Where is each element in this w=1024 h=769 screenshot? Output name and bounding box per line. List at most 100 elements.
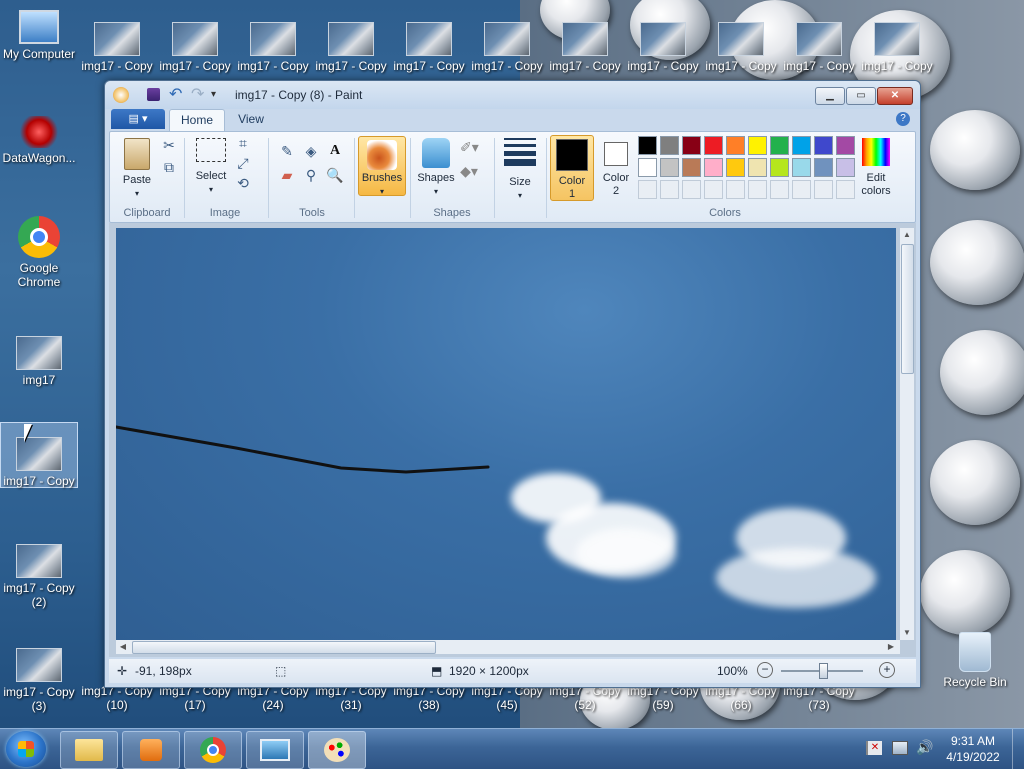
desktop-icon-img17-copy-top[interactable]: img17 - Copy	[624, 22, 702, 73]
palette-swatch-empty[interactable]	[748, 180, 767, 199]
desktop-icon-img17-copy-3[interactable]: img17 - Copy (3)	[0, 648, 78, 713]
taskbar-explorer[interactable]	[60, 731, 118, 769]
text-icon[interactable]: A	[326, 142, 344, 160]
palette-swatch[interactable]	[836, 136, 855, 155]
palette-swatch[interactable]	[726, 158, 745, 177]
file-menu-button[interactable]: ▤ ▾	[111, 109, 165, 129]
zoom-in-button[interactable]: +	[879, 662, 895, 678]
desktop-icon-img17-copy-bottom[interactable]: img17 - Copy (45)	[468, 684, 546, 712]
desktop-icon-img17-copy-bottom[interactable]: img17 - Copy (17)	[156, 684, 234, 712]
palette-swatch[interactable]	[682, 158, 701, 177]
palette-swatch[interactable]	[660, 158, 679, 177]
palette-swatch-empty[interactable]	[836, 180, 855, 199]
size-button[interactable]: Size ▾	[500, 138, 540, 202]
tab-home[interactable]: Home	[169, 109, 225, 131]
taskbar-photo-viewer[interactable]	[246, 731, 304, 769]
redo-icon[interactable]: ↷	[191, 87, 207, 103]
zoom-slider[interactable]	[781, 663, 863, 679]
rotate-icon[interactable]: ⟲	[234, 174, 252, 192]
paste-button[interactable]: Paste ▾	[116, 138, 158, 200]
palette-swatch-empty[interactable]	[814, 180, 833, 199]
desktop-icon-img17-copy-bottom[interactable]: img17 - Copy (31)	[312, 684, 390, 712]
palette-swatch-empty[interactable]	[704, 180, 723, 199]
desktop-icon-img17-copy-top[interactable]: img17 - Copy	[546, 22, 624, 73]
resize-icon[interactable]: ⤢	[234, 154, 252, 172]
tab-view[interactable]: View	[227, 109, 275, 130]
desktop-icon-img17-copy-top[interactable]: img17 - Copy	[468, 22, 546, 73]
show-desktop-button[interactable]	[1012, 729, 1024, 769]
desktop-icon-img17-copy-bottom[interactable]: img17 - Copy (66)	[702, 684, 780, 712]
palette-swatch[interactable]	[814, 136, 833, 155]
desktop-icon-my-computer[interactable]: My Computer	[0, 10, 78, 61]
desktop-icon-img17-copy-top[interactable]: img17 - Copy	[702, 22, 780, 73]
start-button[interactable]	[6, 731, 46, 767]
palette-swatch-empty[interactable]	[792, 180, 811, 199]
desktop-icon-img17-copy[interactable]: img17 - Copy	[0, 422, 78, 488]
horizontal-scrollbar[interactable]: ◀ ▶	[116, 640, 900, 654]
desktop-icon-img17-copy-top[interactable]: img17 - Copy	[780, 22, 858, 73]
tray-network-icon[interactable]	[892, 741, 908, 755]
palette-swatch[interactable]	[792, 136, 811, 155]
desktop-icon-img17-copy-bottom[interactable]: img17 - Copy (59)	[624, 684, 702, 712]
desktop-icon-img17-copy-top[interactable]: img17 - Copy	[234, 22, 312, 73]
fill-icon[interactable]: ◈	[302, 142, 320, 160]
color1-button[interactable]: Color 1	[550, 135, 594, 201]
shape-fill-icon[interactable]: ◆▾	[460, 162, 478, 180]
desktop-icon-recycle-bin[interactable]: Recycle Bin	[936, 632, 1014, 689]
tray-volume-icon[interactable]: 🔊	[916, 739, 933, 756]
palette-swatch[interactable]	[660, 136, 679, 155]
title-bar[interactable]: ↶ ↷ ▾ img17 - Copy (8) - Paint ▁ ▭ ✕	[105, 81, 920, 109]
maximize-button[interactable]: ▭	[846, 87, 876, 105]
desktop-icon-img17-copy-bottom[interactable]: img17 - Copy (73)	[780, 684, 858, 712]
system-clock[interactable]: 9:31 AM 4/19/2022	[938, 733, 1008, 765]
tray-flag-icon[interactable]: ✕	[866, 741, 882, 755]
desktop-icon-img17-copy-bottom[interactable]: img17 - Copy (10)	[78, 684, 156, 712]
zoom-out-button[interactable]: −	[757, 662, 773, 678]
palette-swatch[interactable]	[704, 136, 723, 155]
palette-swatch[interactable]	[726, 136, 745, 155]
palette-swatch[interactable]	[814, 158, 833, 177]
palette-swatch[interactable]	[638, 136, 657, 155]
palette-swatch[interactable]	[682, 136, 701, 155]
cut-icon[interactable]: ✂	[160, 136, 178, 154]
palette-swatch[interactable]	[770, 158, 789, 177]
taskbar-chrome[interactable]	[184, 731, 242, 769]
drawing-canvas[interactable]	[116, 228, 896, 640]
palette-swatch[interactable]	[748, 136, 767, 155]
save-icon[interactable]	[147, 88, 160, 101]
desktop-icon-img17-copy-top[interactable]: img17 - Copy	[156, 22, 234, 73]
quick-access-dropdown-icon[interactable]: ▾	[211, 87, 227, 103]
desktop-icon-img17-copy-bottom[interactable]: img17 - Copy (24)	[234, 684, 312, 712]
paint-app-icon[interactable]	[113, 87, 129, 103]
desktop-icon-google-chrome[interactable]: Google Chrome	[0, 216, 78, 289]
palette-swatch[interactable]	[704, 158, 723, 177]
palette-swatch[interactable]	[748, 158, 767, 177]
desktop-icon-img17-copy-2[interactable]: img17 - Copy (2)	[0, 544, 78, 609]
desktop-icon-datawagon[interactable]: DataWagon...	[0, 116, 78, 165]
palette-swatch[interactable]	[770, 136, 789, 155]
shapes-button[interactable]: Shapes ▾	[414, 138, 458, 198]
vertical-scrollbar[interactable]: ▲ ▼	[900, 228, 914, 640]
desktop-icon-img17-copy-bottom[interactable]: img17 - Copy (52)	[546, 684, 624, 712]
magnifier-icon[interactable]: 🔍	[326, 166, 344, 184]
brushes-button[interactable]: Brushes ▾	[358, 136, 406, 196]
select-button[interactable]: Select ▾	[190, 138, 232, 196]
crop-icon[interactable]: ⌗	[234, 134, 252, 152]
desktop-icon-img17-copy-top[interactable]: img17 - Copy	[390, 22, 468, 73]
help-icon[interactable]: ?	[896, 112, 910, 126]
taskbar-paint[interactable]	[308, 731, 366, 769]
eraser-icon[interactable]: ▰	[278, 166, 296, 184]
zoom-slider-thumb[interactable]	[819, 663, 828, 679]
outline-icon[interactable]: ✐▾	[460, 138, 479, 156]
color2-button[interactable]: Color 2	[596, 135, 636, 198]
palette-swatch-empty[interactable]	[638, 180, 657, 199]
desktop-icon-img17[interactable]: img17	[0, 336, 78, 387]
palette-swatch-empty[interactable]	[682, 180, 701, 199]
copy-icon[interactable]: ⧉	[160, 158, 178, 176]
pencil-icon[interactable]: ✎	[278, 142, 296, 160]
desktop-icon-img17-copy-bottom[interactable]: img17 - Copy (38)	[390, 684, 468, 712]
palette-swatch-empty[interactable]	[770, 180, 789, 199]
palette-swatch[interactable]	[638, 158, 657, 177]
taskbar-media-player[interactable]	[122, 731, 180, 769]
color-picker-icon[interactable]: ⚲	[302, 166, 320, 184]
